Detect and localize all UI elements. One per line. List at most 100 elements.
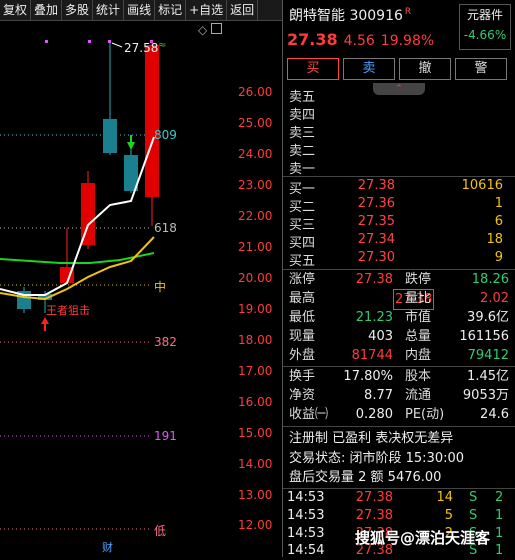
divider — [283, 426, 515, 427]
stat-label: 跌停 — [405, 272, 432, 287]
y-tick: 24.00 — [238, 147, 273, 161]
y-tick: 21.00 — [238, 240, 273, 254]
add-watchlist-button[interactable]: +自选 — [186, 0, 228, 20]
stock-name: 朗特智能 — [289, 8, 345, 24]
stock-code: 300916 — [349, 8, 403, 24]
y-tick: 26.00 — [238, 85, 273, 99]
back-button[interactable]: 返回 — [227, 0, 259, 20]
y-tick: 14.00 — [238, 457, 273, 471]
trade-price: 27.38 — [355, 508, 393, 523]
y-tick: 25.00 — [238, 116, 273, 130]
bid-row[interactable]: 买四 27.34 18 — [283, 232, 509, 251]
y-tick: 15.00 — [238, 426, 273, 440]
ask-row: 卖三 — [283, 122, 509, 141]
stat-label: 净资 — [289, 388, 316, 403]
y-tick: 13.00 — [238, 488, 273, 502]
bid-label: 买五 — [289, 254, 316, 269]
trade-count: 1 — [495, 526, 504, 541]
stat-label: 外盘 — [289, 348, 316, 363]
trade-time: 14:53 — [287, 490, 325, 505]
registration-info: 注册制 已盈利 表决权无差异 — [289, 431, 454, 446]
last-price: 27.38 — [287, 30, 338, 49]
stat-label: 换手 — [289, 369, 316, 384]
sell-button[interactable]: 卖 — [343, 58, 395, 80]
draw-line-button[interactable]: 画线 — [124, 0, 156, 20]
price-line: 27.38 4.56 19.98% — [287, 30, 440, 49]
trade-count: 1 — [495, 543, 504, 558]
buy-button[interactable]: 买 — [287, 58, 339, 80]
watermark: 搜狐号@漂泊天涯客 — [355, 529, 491, 547]
trade-volume: 5 — [444, 508, 453, 523]
stat-label: 最低 — [289, 310, 316, 325]
trade-time: 14:53 — [287, 526, 325, 541]
bid-price: 27.34 — [357, 232, 395, 247]
trade-price: 27.38 — [355, 490, 393, 505]
overlay-button[interactable]: 叠加 — [31, 0, 63, 20]
bid-row[interactable]: 买五 27.30 9 — [283, 250, 509, 269]
y-tick: 19.00 — [238, 302, 273, 316]
trade-actions: 买 卖 撤 警 — [287, 58, 507, 80]
stat-value: 27.38 — [355, 272, 393, 287]
industry-change: -4.66% — [463, 28, 507, 42]
stat-value: 18.26 — [471, 272, 509, 287]
collapse-icon: ≈ — [158, 40, 166, 51]
ask-row: 卖二 — [283, 140, 509, 159]
trade-count: 2 — [495, 490, 504, 505]
ask-label: 卖二 — [289, 144, 316, 159]
stat-label: 内盘 — [405, 348, 432, 363]
trade-count: 1 — [495, 508, 504, 523]
restore-rights-button[interactable]: 复权 — [0, 0, 32, 20]
stat-label: 股本 — [405, 369, 432, 384]
trade-side: S — [469, 508, 478, 523]
alert-button[interactable]: 警 — [455, 58, 507, 80]
finance-marker[interactable]: 财 — [102, 539, 113, 555]
signal-annotation: 王者狙击 — [46, 304, 90, 317]
low-label: 低 — [154, 524, 167, 538]
bid-price: 27.35 — [357, 214, 395, 229]
bid-price: 27.36 — [357, 196, 395, 211]
trade-row[interactable]: 14:53 27.38 5 S 1 — [283, 507, 515, 525]
stat-label: 最高 — [289, 291, 316, 306]
mark-button[interactable]: 标记 — [155, 0, 187, 20]
cancel-order-button[interactable]: 撤 — [399, 58, 451, 80]
stat-value: 24.6 — [480, 407, 509, 422]
mid-label: 中 — [154, 280, 167, 294]
bid-label: 买三 — [289, 218, 316, 233]
peak-price-label: 27.58 — [124, 41, 159, 55]
stats-row: 收益㈠ 0.280 PE(动) 24.6 — [283, 405, 515, 424]
y-tick: 18.00 — [238, 333, 273, 347]
stats-row: 现量 403 总量 161156 — [283, 327, 515, 346]
kline-chart[interactable]: ≈ 26.00 25.00 24.00 23.00 22.00 21.00 20… — [0, 21, 282, 557]
y-tick: 20.00 — [238, 271, 273, 285]
stat-label: 量比 — [405, 291, 432, 306]
ask-row: 卖五 — [283, 86, 509, 105]
corner-diamond-icon[interactable]: ◇ — [198, 23, 207, 37]
stat-label: 收益㈠ — [289, 407, 329, 422]
fib-191-label: 191 — [154, 429, 177, 443]
bid-volume: 10616 — [461, 178, 503, 193]
bid-row[interactable]: 买一 27.38 10616 — [283, 178, 509, 197]
stats-row: 外盘 81744 内盘 79412 — [283, 346, 515, 365]
bid-row[interactable]: 买二 27.36 1 — [283, 196, 509, 215]
industry-box[interactable]: 元器件 -4.66% — [459, 4, 511, 50]
y-tick: 22.00 — [238, 209, 273, 223]
bid-list: 买一 27.38 10616 买二 27.36 1 买三 27.35 6 买四 27.34 18… — [283, 178, 515, 269]
stat-label: 涨停 — [289, 272, 316, 287]
ask-row: 卖一 — [283, 158, 509, 177]
bid-price: 27.30 — [357, 250, 395, 265]
trade-row[interactable]: 14:53 27.38 14 S 2 — [283, 489, 515, 507]
bid-row[interactable]: 买三 27.35 6 — [283, 214, 509, 233]
fib-618-label: 618 — [154, 221, 177, 235]
stat-label: 现量 — [289, 329, 316, 344]
ask-label: 卖五 — [289, 90, 316, 105]
stat-value: 79412 — [467, 348, 509, 363]
statistics-button[interactable]: 统计 — [93, 0, 125, 20]
stat-value: 2.02 — [480, 291, 509, 306]
y-tick: 23.00 — [238, 178, 273, 192]
stat-label: 市值 — [405, 310, 432, 325]
industry-name: 元器件 — [466, 8, 503, 22]
price-change: 4.56 — [343, 33, 375, 49]
multi-stock-button[interactable]: 多股 — [62, 0, 94, 20]
stock-title: 朗特智能 300916 R — [289, 5, 411, 25]
stats-row: 换手 17.80% 股本 1.45亿 — [283, 367, 515, 386]
